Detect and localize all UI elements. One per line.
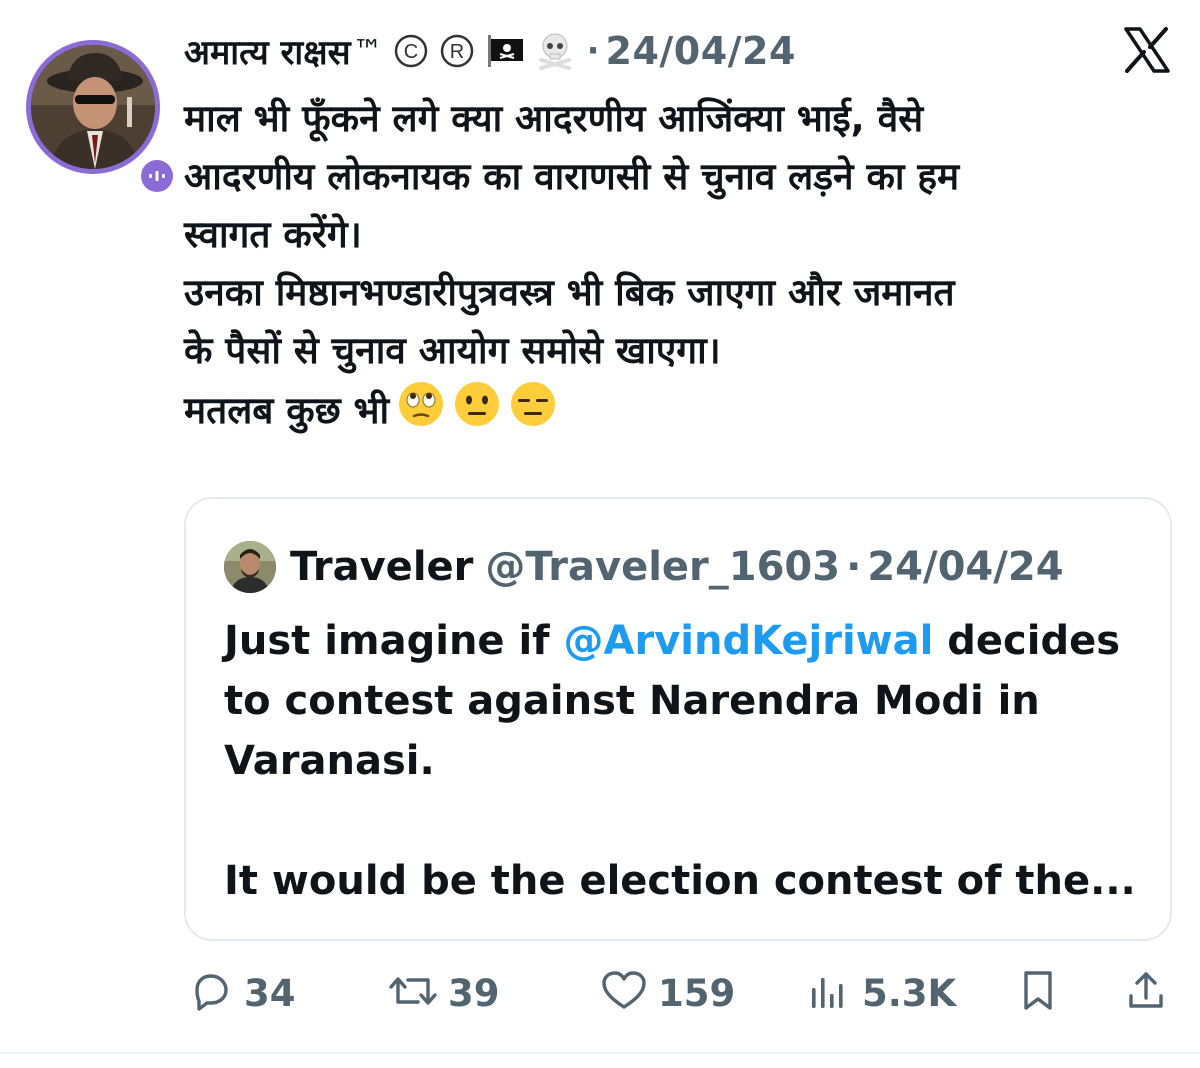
tweet-text: माल भी फूँकने लगे क्या आदरणीय आजिंक्या भ… [184, 90, 1174, 445]
header-separator: · [586, 31, 600, 71]
quoted-text-part: decides [933, 618, 1121, 664]
trademark-mark: ™ [352, 33, 383, 69]
reply-button[interactable]: 34 [188, 960, 296, 1026]
avatar-image [26, 40, 160, 174]
skull-crossbones-icon [535, 32, 575, 70]
quoted-text-line: Varanasi. [224, 738, 435, 784]
copyright-icon: C [393, 33, 429, 69]
quoted-text-line: to contest against Narendra Modi in [224, 678, 1040, 724]
tweet-header: अमात्य राक्षस ™ C R · 24/04/24 [184, 22, 1184, 80]
svg-text:C: C [403, 41, 417, 63]
tweet-line: मतलब कुछ भी [184, 389, 390, 432]
x-logo-icon [1122, 26, 1172, 74]
divider [0, 1052, 1200, 1054]
quoted-text-part: Just imagine if [224, 618, 564, 664]
share-button[interactable] [1126, 960, 1166, 1026]
neutral-face-icon [453, 380, 501, 445]
pirate-flag-icon [485, 33, 525, 69]
bookmark-icon [1018, 968, 1058, 1018]
spaces-badge-icon [136, 155, 178, 197]
svg-text:R: R [449, 41, 463, 63]
quoted-author-handle[interactable]: @Traveler_1603 [485, 544, 840, 590]
tweet-last-line: मतलब कुछ भी [184, 380, 1174, 445]
quoted-tweet[interactable]: Traveler @Traveler_1603 · 24/04/24 Just … [184, 497, 1172, 941]
post-date[interactable]: 24/04/24 [606, 29, 796, 73]
reply-icon [188, 968, 234, 1018]
quoted-post-date[interactable]: 24/04/24 [867, 544, 1063, 590]
reply-count: 34 [244, 971, 296, 1015]
mention-link[interactable]: @ArvindKejriwal [564, 618, 934, 664]
repost-button[interactable]: 39 [388, 960, 500, 1026]
quoted-author-avatar[interactable] [224, 541, 276, 593]
author-name[interactable]: अमात्य राक्षस [184, 28, 351, 74]
like-button[interactable]: 159 [600, 960, 735, 1026]
quoted-author-name[interactable]: Traveler [290, 544, 473, 590]
tweet-line: उनका मिष्ठानभण्डारीपुत्रवस्त्र भी बिक जा… [184, 271, 955, 314]
action-bar: 34 39 159 5.3K [184, 960, 1174, 1026]
face-with-rolling-eyes-icon [397, 380, 445, 445]
analytics-icon [808, 968, 852, 1018]
like-count: 159 [658, 971, 736, 1015]
expressionless-face-icon [509, 380, 557, 445]
views-button[interactable]: 5.3K [808, 960, 956, 1026]
repost-count: 39 [448, 971, 500, 1015]
quoted-tweet-text: Just imagine if @ArvindKejriwal decides … [224, 611, 1144, 911]
registered-icon: R [439, 33, 475, 69]
quoted-header-separator: · [846, 544, 862, 590]
tweet-line: माल भी फूँकने लगे क्या आदरणीय आजिंक्या भ… [184, 97, 924, 140]
author-avatar[interactable] [26, 40, 178, 197]
bookmark-button[interactable] [1018, 960, 1058, 1026]
quoted-text-line: Just imagine if @ArvindKejriwal decides [224, 611, 1144, 671]
tweet-line: के पैसों से चुनाव आयोग समोसे खाएगा। [184, 329, 721, 372]
repost-icon [388, 968, 438, 1018]
share-icon [1126, 968, 1166, 1018]
view-count: 5.3K [862, 971, 957, 1015]
quoted-tweet-header: Traveler @Traveler_1603 · 24/04/24 [224, 541, 1064, 593]
quoted-text-line: It would be the election contest of the.… [224, 858, 1136, 904]
tweet-line: आदरणीय लोकनायक का वाराणसी से चुनाव लड़ने… [184, 155, 960, 198]
tweet-line: स्वागत करेंगे। [184, 213, 362, 256]
heart-icon [600, 968, 648, 1018]
